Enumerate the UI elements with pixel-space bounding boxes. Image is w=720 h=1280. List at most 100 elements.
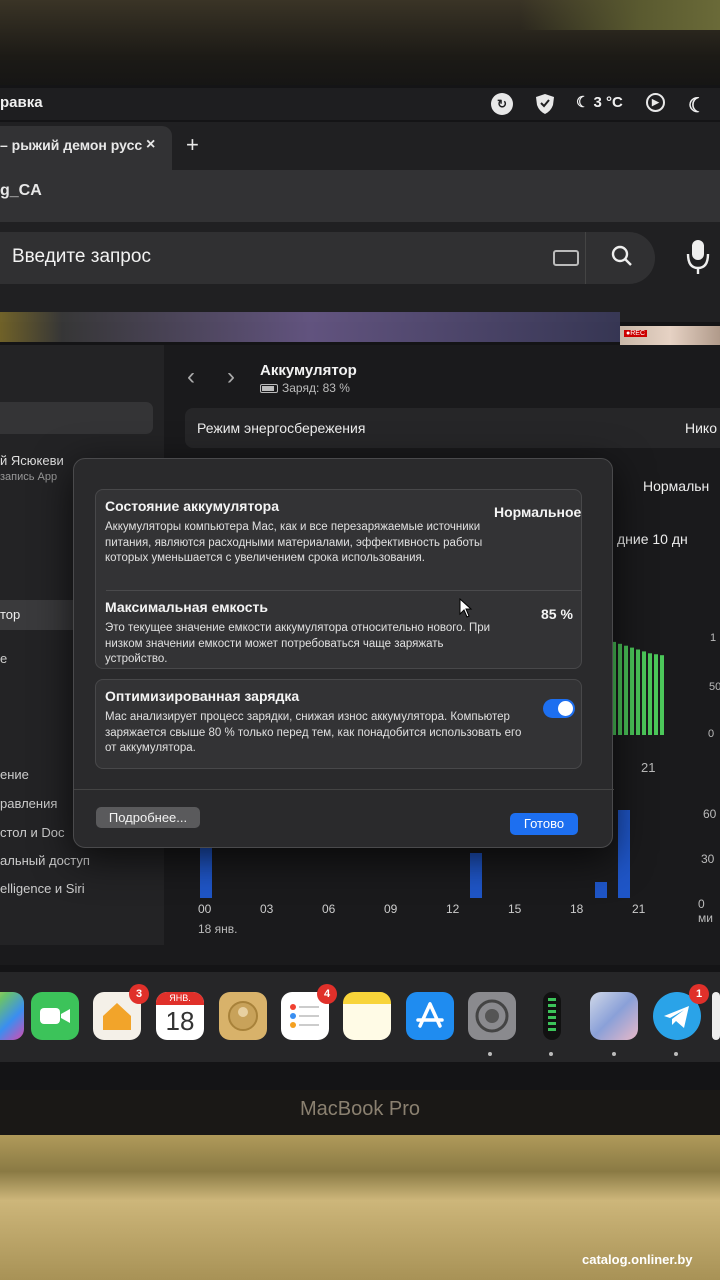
health-title: Состояние аккумулятора — [105, 498, 280, 514]
telegram-app-icon[interactable]: 1 — [653, 984, 709, 1040]
dock: 3 ЯНВ. 18 4 1 — [0, 972, 720, 1062]
optimized-title: Оптимизированная зарядка — [105, 688, 300, 704]
y-tick: 30 — [701, 852, 715, 866]
capacity-description: Это текущее значение емкости аккумулятор… — [105, 622, 491, 665]
photos-app-icon[interactable] — [0, 992, 24, 1040]
x-tick: 18 — [570, 902, 584, 916]
search-page: Введите запрос — [0, 222, 720, 322]
running-indicator — [674, 1052, 678, 1056]
health-card: Состояние аккумулятора Нормальное Аккуму… — [95, 489, 582, 669]
battery-health-summary[interactable]: Нормальн — [643, 478, 709, 494]
chart-top-tick: 50 — [709, 681, 720, 693]
battery-health-dialog: Состояние аккумулятора Нормальное Аккуму… — [73, 458, 614, 848]
chart-top-x-label: 21 — [641, 760, 656, 775]
tab-close-icon[interactable]: × — [146, 136, 155, 154]
battery-level-chart — [606, 641, 664, 735]
usage-bar — [595, 882, 607, 898]
weather-moon-cloud-icon[interactable]: ☾ 3 °C — [576, 93, 623, 112]
sidebar-item[interactable]: ение — [0, 767, 29, 782]
battery-level-bar — [660, 655, 664, 735]
y-tick: 0 ми — [698, 897, 713, 925]
x-tick: 15 — [508, 902, 522, 916]
mouse-cursor-icon — [459, 598, 473, 618]
x-tick: 03 — [260, 902, 274, 916]
calendar-month: ЯНВ. — [156, 992, 204, 1005]
dark-mode-moon-icon[interactable]: ☾ — [688, 93, 706, 118]
done-button[interactable]: Готово — [510, 813, 578, 835]
health-description: Аккумуляторы компьютера Mac, как и все п… — [105, 521, 483, 564]
forward-chevron-icon[interactable]: › — [227, 363, 235, 391]
app-store-icon[interactable] — [406, 992, 454, 1040]
app-menu-title[interactable]: равка — [0, 94, 43, 111]
x-tick: 12 — [446, 902, 460, 916]
home-app-icon[interactable]: 3 — [93, 984, 149, 1040]
dock-app-icon[interactable] — [712, 992, 720, 1040]
running-indicator — [612, 1052, 616, 1056]
y-tick: 60 — [703, 807, 717, 821]
sidebar-item-accessibility[interactable]: альный доступ — [0, 853, 90, 868]
rec-indicator: ●REC — [624, 330, 648, 337]
calendar-app-icon[interactable]: ЯНВ. 18 — [156, 992, 204, 1040]
sync-icon[interactable]: ↻ — [491, 93, 513, 115]
temperature: 3 °C — [593, 93, 623, 111]
battery-level-bar — [648, 653, 652, 735]
optimized-description: Mac анализирует процесс зарядки, снижая … — [105, 711, 522, 754]
low-power-value[interactable]: Нико — [685, 420, 717, 436]
usage-bar — [618, 810, 630, 898]
x-tick: 09 — [384, 902, 398, 916]
card-divider — [106, 590, 581, 591]
charge-status: Заряд: 83 % — [260, 381, 350, 395]
calendar-day: 18 — [165, 1006, 195, 1036]
keyboard-icon[interactable] — [553, 250, 579, 266]
search-input[interactable]: Введите запрос — [0, 232, 655, 284]
sidebar-item[interactable]: е — [0, 651, 7, 666]
reminders-app-icon[interactable]: 4 — [281, 984, 337, 1040]
user-name[interactable]: й Ясюкеви — [0, 453, 64, 468]
battery-level-bar — [630, 647, 634, 735]
notes-app-icon[interactable] — [343, 992, 391, 1040]
contacts-app-icon[interactable] — [219, 992, 267, 1040]
search-icon[interactable] — [610, 244, 634, 268]
reminders-badge: 4 — [317, 984, 337, 1004]
bookmark-item[interactable]: g_CA — [0, 182, 42, 199]
battery-level-bar — [624, 645, 628, 735]
watermark: catalog.onliner.by — [582, 1252, 693, 1267]
sidebar-item-siri[interactable]: elligence и Siri — [0, 881, 85, 896]
browser-tab[interactable]: – рыжий демон русс × — [0, 126, 172, 170]
sidebar-search-field[interactable] — [0, 402, 153, 434]
sidebar-item-label: тор — [0, 607, 21, 622]
laptop-model-label: MacBook Pro — [299, 1098, 421, 1120]
system-settings-app-icon[interactable] — [468, 992, 516, 1040]
dialog-divider — [74, 789, 614, 790]
range-selector[interactable]: дние 10 дн — [605, 528, 720, 552]
search-divider — [585, 232, 586, 284]
sidebar-item[interactable]: равления — [0, 796, 57, 811]
iphone-mirroring-icon[interactable] — [590, 992, 638, 1040]
health-value: Нормальное — [494, 504, 582, 520]
play-circle-icon[interactable]: ▶ — [646, 93, 665, 112]
low-power-label: Режим энергосбережения — [197, 420, 366, 436]
page-title: Аккумулятор — [260, 362, 357, 379]
search-placeholder: Введите запрос — [12, 246, 151, 267]
capacity-title: Максимальная емкость — [105, 599, 268, 615]
optimized-charging-toggle[interactable] — [543, 699, 575, 718]
new-tab-button[interactable]: + — [186, 132, 199, 158]
x-tick: 21 — [632, 902, 646, 916]
bookmarks-bar: g_CA — [0, 170, 720, 222]
optimized-charging-card: Оптимизированная зарядка Mac анализирует… — [95, 679, 582, 769]
more-info-button[interactable]: Подробнее... — [96, 807, 200, 828]
microphone-icon[interactable] — [676, 240, 720, 292]
plant-foliage — [520, 0, 720, 30]
facetime-app-icon[interactable] — [31, 992, 79, 1040]
back-chevron-icon[interactable]: ‹ — [187, 363, 195, 391]
chart-top-tick: 0 — [708, 728, 715, 740]
sidebar-item-desktop-dock[interactable]: стол и Doc — [0, 825, 64, 840]
shield-icon[interactable] — [535, 93, 555, 115]
battery-icon — [260, 383, 278, 393]
date-label: 18 янв. — [198, 922, 238, 936]
activity-monitor-icon[interactable] — [543, 992, 561, 1040]
battery-level-bar — [618, 643, 622, 735]
low-power-row[interactable]: Режим энергосбережения Нико — [185, 408, 720, 448]
tab-title: – рыжий демон русс — [0, 137, 143, 153]
menu-bar: равка ↻ ☾ 3 °C ▶ ☾ — [0, 88, 720, 120]
